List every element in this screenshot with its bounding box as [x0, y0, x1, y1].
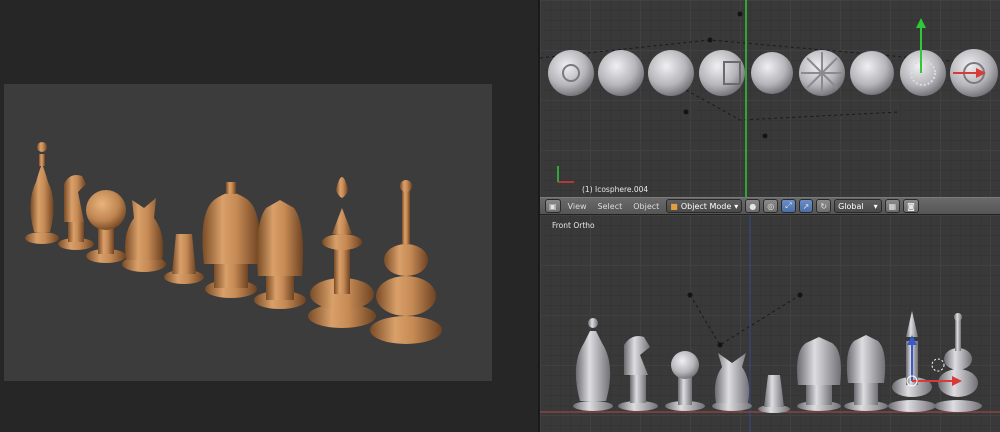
- render-piece-crown: [202, 182, 260, 298]
- object-mode-icon: ■: [670, 201, 678, 211]
- shading-dropdown[interactable]: ●: [745, 199, 761, 213]
- render-panel: [0, 0, 538, 432]
- layers-grid[interactable]: ▦: [884, 199, 901, 213]
- editor-type-button[interactable]: ▣: [545, 199, 561, 213]
- pivot-icon: ◎: [767, 201, 775, 211]
- bottom-viewport[interactable]: Front Ortho: [540, 215, 1000, 432]
- chevron-down-icon: ▾: [734, 201, 739, 211]
- select-menu[interactable]: Select: [594, 202, 627, 211]
- render-image: [4, 84, 492, 381]
- pivot-dropdown[interactable]: ◎: [763, 199, 779, 213]
- sphere-shading-icon: ●: [749, 201, 757, 211]
- arrow-icon: ↗: [802, 201, 810, 211]
- viewport-header: ▣ View Select Object ■ Object Mode ▾ ● ◎…: [540, 197, 1000, 215]
- piece-models[interactable]: [573, 311, 982, 413]
- render-button[interactable]: ◙: [903, 199, 919, 213]
- render-piece-pawn: [25, 142, 59, 244]
- render-piece-column: [164, 234, 204, 284]
- camera-icon: ◙: [907, 201, 915, 211]
- wooden-chess-render: [25, 142, 442, 344]
- rotate-toggle[interactable]: ↻: [816, 199, 832, 213]
- chevron-down-icon: ▾: [873, 201, 878, 211]
- cube-icon: ▣: [549, 201, 557, 211]
- mode-label: Object Mode: [680, 201, 732, 211]
- view-menu[interactable]: View: [564, 202, 591, 211]
- active-object-label: (1) Icosphere.004: [582, 185, 649, 194]
- top-viewport[interactable]: (1) Icosphere.004: [540, 0, 1000, 197]
- front-ortho-scene: [540, 215, 1000, 432]
- scene-empties-front: [687, 292, 803, 348]
- sphere-models[interactable]: [548, 49, 998, 97]
- render-piece-horse-head: [122, 198, 166, 272]
- sphere-row-scene: [540, 0, 998, 197]
- render-piece-sphere-pawn: [86, 190, 126, 263]
- mode-dropdown[interactable]: ■ Object Mode ▾: [666, 199, 743, 213]
- rotate-icon: ↻: [820, 201, 828, 211]
- orientation-dropdown[interactable]: Global ▾: [834, 199, 882, 213]
- render-piece-bishop: [370, 180, 442, 344]
- manipulator-icon: ⤢: [785, 201, 792, 210]
- layers-icon: ▦: [888, 201, 897, 211]
- object-menu[interactable]: Object: [629, 202, 663, 211]
- orientation-label: Global: [838, 201, 864, 211]
- translate-toggle[interactable]: ↗: [798, 199, 814, 213]
- render-piece-queen: [254, 200, 306, 309]
- axis-indicator: [557, 166, 574, 183]
- manipulator-toggle[interactable]: ⤢: [781, 199, 796, 213]
- render-piece-spire: [308, 177, 376, 328]
